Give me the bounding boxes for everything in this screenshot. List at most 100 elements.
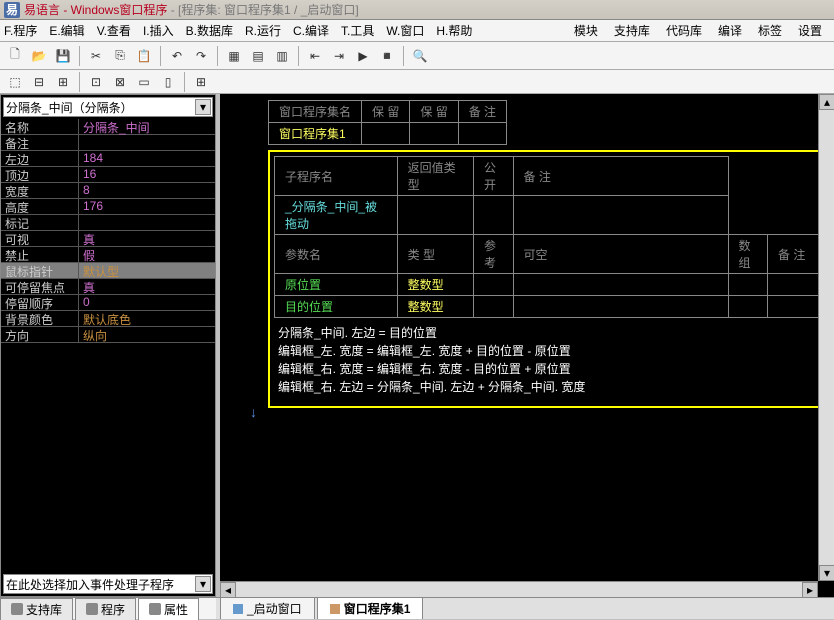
redo-icon[interactable]: ↷: [190, 45, 212, 67]
event-selector[interactable]: 在此处选择加入事件处理子程序 ▾: [3, 574, 213, 594]
col-reserved1: 保 留: [362, 101, 410, 123]
property-value[interactable]: 176: [79, 199, 215, 214]
save-icon[interactable]: 💾: [52, 45, 74, 67]
property-value[interactable]: 默认底色: [79, 311, 215, 326]
align-5-icon[interactable]: ▭: [133, 71, 155, 93]
code-line[interactable]: 分隔条_中间. 左边 = 目的位置: [278, 324, 826, 342]
code-editor[interactable]: 窗口程序集名 保 留 保 留 备 注 窗口程序集1 子程序名 返回值类型 公开 …: [220, 94, 834, 597]
param-name[interactable]: 原位置: [275, 274, 398, 296]
property-row[interactable]: 标记: [1, 215, 215, 231]
align-1-icon[interactable]: ⊟: [28, 71, 50, 93]
object-selector[interactable]: 分隔条_中间（分隔条） ▾: [3, 97, 213, 117]
menu-tags[interactable]: 标签: [758, 22, 782, 39]
align-4-icon[interactable]: ⊠: [109, 71, 131, 93]
layout2-icon[interactable]: ▤: [247, 45, 269, 67]
file-tabs: _启动窗口 窗口程序集1: [216, 597, 834, 619]
menu-module[interactable]: 模块: [574, 22, 598, 39]
property-row[interactable]: 背景颜色默认底色: [1, 311, 215, 327]
menu-edit[interactable]: E.编辑: [49, 22, 84, 39]
scrollbar-vertical[interactable]: ▴ ▾: [818, 94, 834, 581]
property-row[interactable]: 方向纵向: [1, 327, 215, 343]
menu-window[interactable]: W.窗口: [386, 22, 424, 39]
scroll-right-icon[interactable]: ▸: [802, 582, 818, 597]
scroll-down-icon[interactable]: ▾: [819, 565, 834, 581]
menu-database[interactable]: B.数据库: [186, 22, 233, 39]
property-value[interactable]: 0: [79, 295, 215, 310]
code-line[interactable]: 编辑框_右. 左边 = 分隔条_中间. 左边 + 分隔条_中间. 宽度: [278, 378, 826, 396]
property-row[interactable]: 宽度8: [1, 183, 215, 199]
property-key: 高度: [1, 199, 79, 214]
cut-icon[interactable]: ✂: [85, 45, 107, 67]
property-value[interactable]: [79, 215, 215, 230]
tab-startup-window[interactable]: _启动窗口: [220, 597, 315, 619]
code-line[interactable]: 编辑框_右. 宽度 = 编辑框_右. 宽度 - 目的位置 + 原位置: [278, 360, 826, 378]
run-icon[interactable]: ▶: [352, 45, 374, 67]
tab-properties[interactable]: 属性: [138, 598, 199, 620]
layout1-icon[interactable]: ▦: [223, 45, 245, 67]
tab-support-lib[interactable]: 支持库: [0, 598, 73, 620]
align-3-icon[interactable]: ⊡: [85, 71, 107, 93]
property-value[interactable]: 默认型: [79, 263, 215, 278]
property-row[interactable]: 可视真: [1, 231, 215, 247]
property-value[interactable]: 真: [79, 231, 215, 246]
param-name[interactable]: 目的位置: [275, 296, 398, 318]
scroll-up-icon[interactable]: ▴: [819, 94, 834, 110]
col-assembly-name: 窗口程序集名: [269, 101, 362, 123]
property-value[interactable]: 真: [79, 279, 215, 294]
menu-compile[interactable]: C.编译: [293, 22, 329, 39]
menu-support-lib[interactable]: 支持库: [614, 22, 650, 39]
step-out-icon[interactable]: ⇥: [328, 45, 350, 67]
param-type[interactable]: 整数型: [397, 296, 473, 318]
property-row[interactable]: 鼠标指针默认型: [1, 263, 215, 279]
property-value[interactable]: [79, 135, 215, 150]
code-body[interactable]: 分隔条_中间. 左边 = 目的位置 编辑框_左. 宽度 = 编辑框_左. 宽度 …: [278, 324, 826, 396]
property-row[interactable]: 可停留焦点真: [1, 279, 215, 295]
property-row[interactable]: 名称分隔条_中间: [1, 119, 215, 135]
property-key: 鼠标指针: [1, 263, 79, 278]
menu-settings[interactable]: 设置: [798, 22, 822, 39]
align-2-icon[interactable]: ⊞: [52, 71, 74, 93]
tab-program[interactable]: 程序: [75, 598, 136, 620]
scrollbar-horizontal[interactable]: ◂ ▸: [220, 581, 818, 597]
property-value[interactable]: 分隔条_中间: [79, 119, 215, 134]
property-row[interactable]: 停留顺序0: [1, 295, 215, 311]
undo-icon[interactable]: ↶: [166, 45, 188, 67]
subroutine-name[interactable]: _分隔条_中间_被拖动: [275, 196, 398, 235]
open-icon[interactable]: 📂: [28, 45, 50, 67]
align-left-icon[interactable]: ⬚: [4, 71, 26, 93]
property-row[interactable]: 备注: [1, 135, 215, 151]
chevron-down-icon[interactable]: ▾: [195, 99, 211, 115]
property-value[interactable]: 184: [79, 151, 215, 166]
chevron-down-icon[interactable]: ▾: [195, 576, 211, 592]
menu-compile2[interactable]: 编译: [718, 22, 742, 39]
property-row[interactable]: 左边184: [1, 151, 215, 167]
property-value[interactable]: 16: [79, 167, 215, 182]
layout3-icon[interactable]: ▥: [271, 45, 293, 67]
stop-icon[interactable]: ◾: [376, 45, 398, 67]
property-key: 禁止: [1, 247, 79, 262]
grid-icon[interactable]: ⊞: [190, 71, 212, 93]
menu-help[interactable]: H.帮助: [436, 22, 472, 39]
menu-run[interactable]: R.运行: [245, 22, 281, 39]
paste-icon[interactable]: 📋: [133, 45, 155, 67]
property-value[interactable]: 8: [79, 183, 215, 198]
align-6-icon[interactable]: ▯: [157, 71, 179, 93]
property-value[interactable]: 纵向: [79, 327, 215, 342]
tab-assembly1[interactable]: 窗口程序集1: [317, 597, 424, 619]
menu-tools[interactable]: T.工具: [341, 22, 374, 39]
scroll-left-icon[interactable]: ◂: [220, 582, 236, 597]
menu-program[interactable]: F.程序: [4, 22, 37, 39]
code-line[interactable]: 编辑框_左. 宽度 = 编辑框_左. 宽度 + 目的位置 - 原位置: [278, 342, 826, 360]
property-row[interactable]: 禁止假: [1, 247, 215, 263]
property-row[interactable]: 顶边16: [1, 167, 215, 183]
find-icon[interactable]: 🔍: [409, 45, 431, 67]
copy-icon[interactable]: ⎘: [109, 45, 131, 67]
menu-code-lib[interactable]: 代码库: [666, 22, 702, 39]
step-in-icon[interactable]: ⇤: [304, 45, 326, 67]
param-type[interactable]: 整数型: [397, 274, 473, 296]
menu-view[interactable]: V.查看: [97, 22, 131, 39]
new-icon[interactable]: 🗋: [4, 45, 26, 67]
property-value[interactable]: 假: [79, 247, 215, 262]
menu-insert[interactable]: I.插入: [143, 22, 174, 39]
property-row[interactable]: 高度176: [1, 199, 215, 215]
